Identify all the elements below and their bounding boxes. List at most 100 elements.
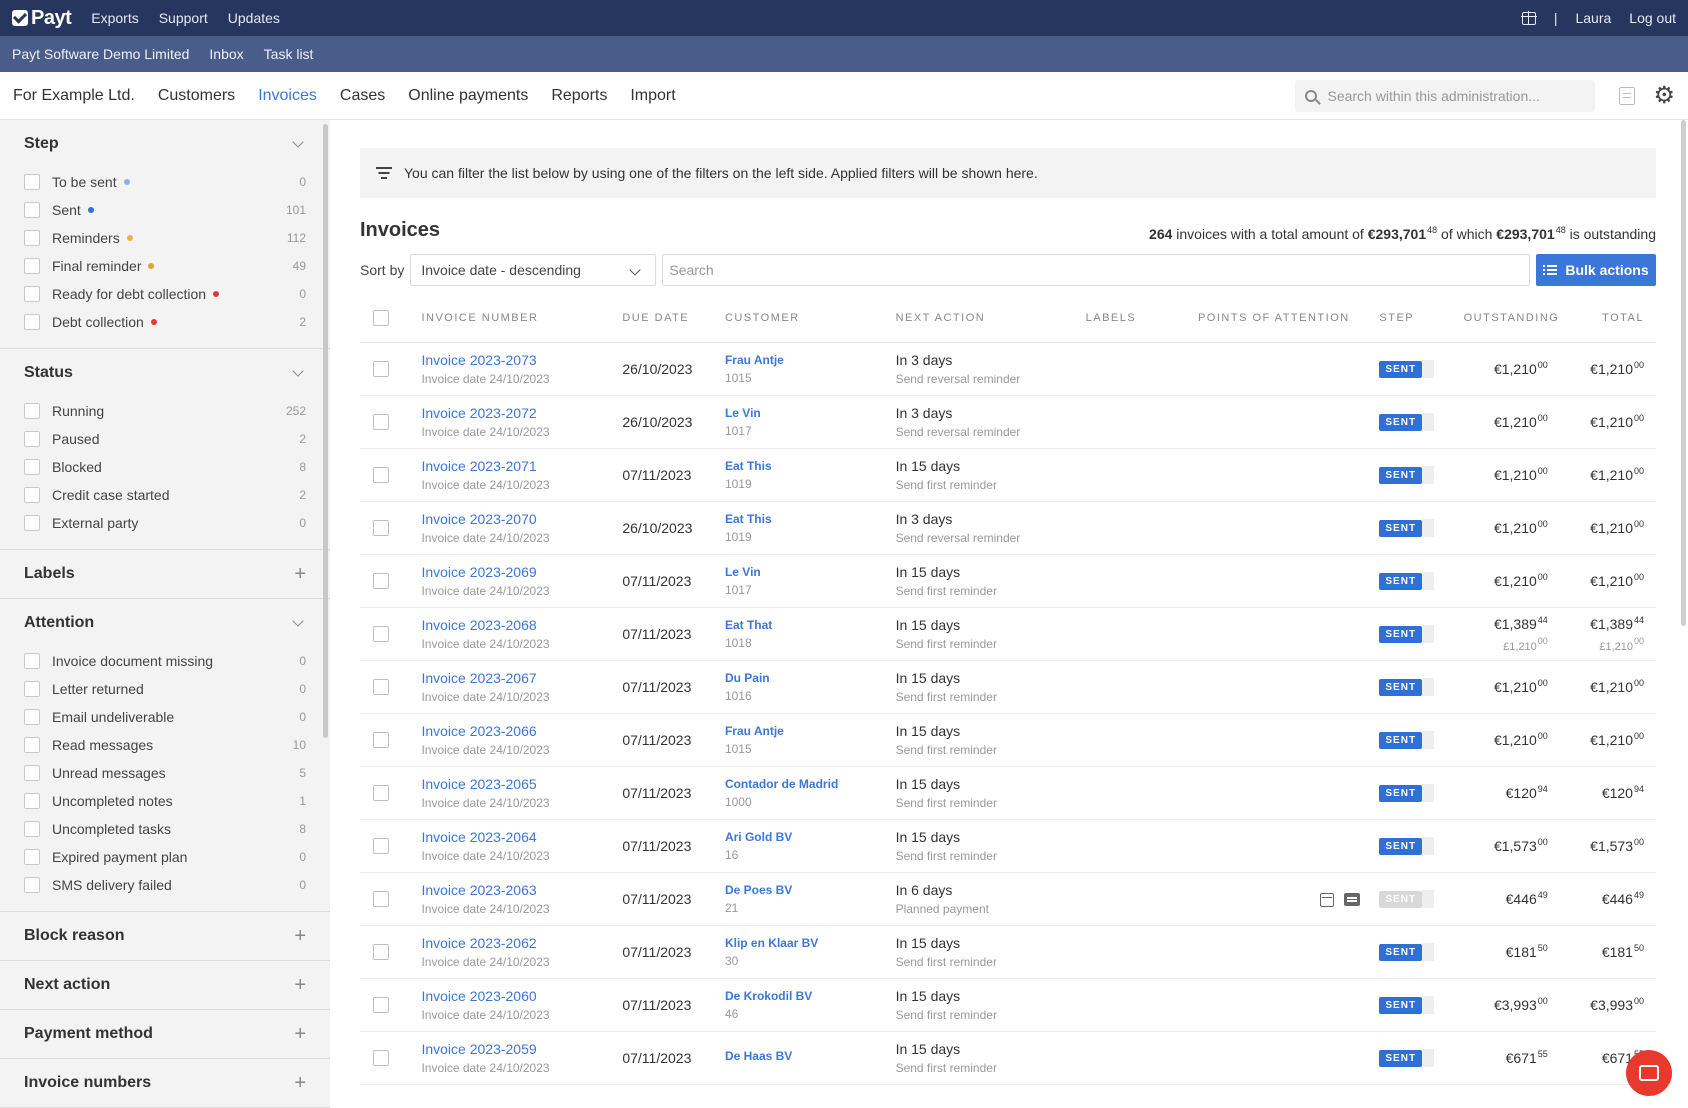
step-badge[interactable]: SENT [1379,625,1435,644]
col-customer[interactable]: CUSTOMER [723,294,895,343]
filter-group-header[interactable]: Attention [24,599,306,647]
plus-icon[interactable]: + [294,1072,306,1095]
chevron-down-icon[interactable] [292,136,304,148]
invoice-link[interactable]: Invoice 2023-2064 [421,829,620,845]
filter-checkbox[interactable] [24,877,40,893]
table-row[interactable]: Invoice 2023-2059 Invoice date 24/10/202… [360,1031,1656,1085]
table-row[interactable]: Invoice 2023-2060 Invoice date 24/10/202… [360,978,1656,1032]
step-badge[interactable]: SENT [1379,996,1435,1015]
step-badge[interactable]: SENT [1379,890,1435,909]
filter-group-header[interactable]: Block reason + [24,912,306,960]
customer-link[interactable]: Eat That [725,618,894,632]
customer-link[interactable]: De Haas BV [725,1049,894,1063]
table-row[interactable]: Invoice 2023-2072 Invoice date 24/10/202… [360,395,1656,449]
sidebar-scrollbar[interactable] [323,124,328,738]
plus-icon[interactable]: + [294,563,306,586]
filter-checkbox[interactable] [24,202,40,218]
filter-item[interactable]: External party 0 [24,509,306,537]
nav-reports[interactable]: Reports [551,87,607,105]
filter-group-header[interactable]: Payment method + [24,1010,306,1058]
top-link-updates[interactable]: Updates [228,10,280,26]
row-checkbox[interactable] [373,1049,389,1066]
row-checkbox[interactable] [373,784,389,801]
invoice-link[interactable]: Invoice 2023-2063 [421,882,620,898]
filter-item[interactable]: Uncompleted tasks 8 [24,815,306,843]
filter-checkbox[interactable] [24,681,40,697]
message-icon[interactable] [1344,893,1361,907]
nav-import[interactable]: Import [630,87,675,105]
filter-item[interactable]: Blocked 8 [24,453,306,481]
customer-link[interactable]: De Poes BV [725,883,894,897]
invoice-link[interactable]: Invoice 2023-2066 [421,723,620,739]
nav-invoices[interactable]: Invoices [258,87,317,105]
invoice-link[interactable]: Invoice 2023-2067 [421,670,620,686]
filter-item[interactable]: Invoice document missing 0 [24,647,306,675]
document-icon[interactable] [1619,86,1636,105]
filter-checkbox[interactable] [24,515,40,531]
customer-link[interactable]: Du Pain [725,671,894,685]
col-step[interactable]: STEP [1378,294,1463,343]
table-row[interactable]: Invoice 2023-2066 Invoice date 24/10/202… [360,713,1656,767]
filter-item[interactable]: Credit case started 2 [24,481,306,509]
customer-link[interactable]: Contador de Madrid [725,777,894,791]
bulk-actions-button[interactable]: Bulk actions [1536,254,1656,286]
filter-group-header[interactable]: Step [24,120,306,168]
step-badge[interactable]: SENT [1379,519,1435,538]
filter-checkbox[interactable] [24,258,40,274]
row-checkbox[interactable] [373,572,389,589]
table-row[interactable]: Invoice 2023-2073 Invoice date 24/10/202… [360,342,1656,396]
col-next-action[interactable]: NEXT ACTION [894,294,1085,343]
filter-checkbox[interactable] [24,849,40,865]
filter-item[interactable]: SMS delivery failed 0 [24,871,306,899]
row-checkbox[interactable] [373,519,389,536]
table-row[interactable]: Invoice 2023-2067 Invoice date 24/10/202… [360,660,1656,714]
customer-link[interactable]: Le Vin [725,565,894,579]
step-badge[interactable]: SENT [1379,466,1435,485]
customer-link[interactable]: Eat This [725,459,894,473]
customer-link[interactable]: Le Vin [725,406,894,420]
select-all-checkbox[interactable] [373,309,389,326]
table-row[interactable]: Invoice 2023-2071 Invoice date 24/10/202… [360,448,1656,502]
filter-checkbox[interactable] [24,487,40,503]
chevron-down-icon[interactable] [292,615,304,627]
filter-checkbox[interactable] [24,286,40,302]
task-list-link[interactable]: Task list [264,46,314,62]
step-badge[interactable]: SENT [1379,837,1435,856]
filter-item[interactable]: Ready for debt collection 0 [24,280,306,308]
inbox-link[interactable]: Inbox [209,46,243,62]
filter-item[interactable]: Paused 2 [24,425,306,453]
gift-icon[interactable] [1520,10,1537,25]
step-badge[interactable]: SENT [1379,1049,1435,1068]
plus-icon[interactable]: + [294,925,306,948]
invoice-link[interactable]: Invoice 2023-2068 [421,617,620,633]
row-checkbox[interactable] [373,625,389,642]
calendar-icon[interactable] [1320,892,1335,907]
invoice-search-input[interactable]: Search [662,254,1530,286]
filter-item[interactable]: Expired payment plan 0 [24,843,306,871]
col-due-date[interactable]: DUE DATE [621,294,724,343]
col-outstanding[interactable]: OUTSTANDING [1462,294,1560,343]
filter-checkbox[interactable] [24,459,40,475]
filter-item[interactable]: Running 252 [24,397,306,425]
sort-select[interactable]: Invoice date - descending [410,254,657,286]
filter-item[interactable]: Read messages 10 [24,731,306,759]
table-row[interactable]: Invoice 2023-2069 Invoice date 24/10/202… [360,554,1656,608]
invoice-link[interactable]: Invoice 2023-2072 [421,405,620,421]
row-checkbox[interactable] [373,996,389,1013]
table-row[interactable]: Invoice 2023-2070 Invoice date 24/10/202… [360,501,1656,555]
invoice-link[interactable]: Invoice 2023-2060 [421,988,620,1004]
plus-icon[interactable]: + [294,1023,306,1046]
row-checkbox[interactable] [373,360,389,377]
table-row[interactable]: Invoice 2023-2063 Invoice date 24/10/202… [360,872,1656,926]
row-checkbox[interactable] [373,731,389,748]
invoice-link[interactable]: Invoice 2023-2059 [421,1041,620,1057]
row-checkbox[interactable] [373,413,389,430]
filter-checkbox[interactable] [24,230,40,246]
filter-checkbox[interactable] [24,653,40,669]
invoice-link[interactable]: Invoice 2023-2069 [421,564,620,580]
row-checkbox[interactable] [373,943,389,960]
customer-link[interactable]: Ari Gold BV [725,830,894,844]
table-row[interactable]: Invoice 2023-2065 Invoice date 24/10/202… [360,766,1656,820]
nav-online-payments[interactable]: Online payments [408,87,528,105]
customer-link[interactable]: Klip en Klaar BV [725,936,894,950]
